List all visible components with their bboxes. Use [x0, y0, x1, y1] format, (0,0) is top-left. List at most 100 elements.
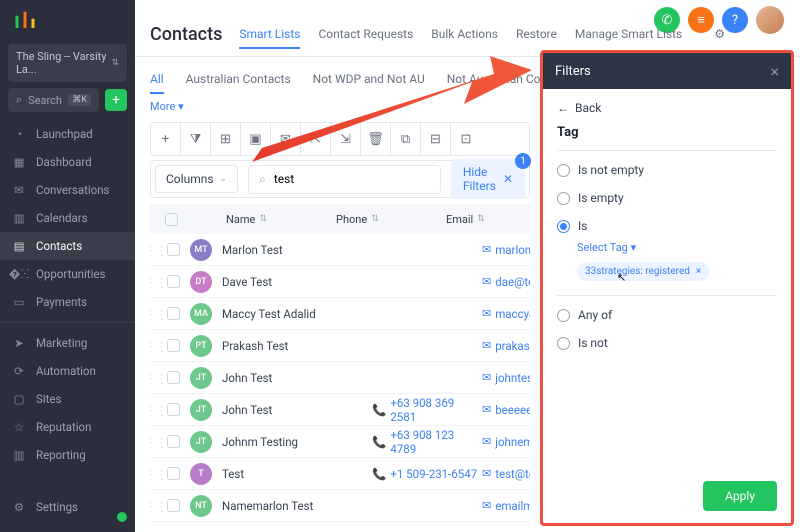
nav-reporting[interactable]: ▥Reporting	[0, 441, 135, 469]
sidebar-search[interactable]: ⌕ Search ⌘K	[8, 88, 99, 112]
row-checkbox[interactable]	[162, 339, 184, 352]
more-icon[interactable]: ⊡	[451, 123, 481, 155]
export-icon[interactable]: ⇱	[301, 123, 331, 155]
row-checkbox[interactable]	[162, 275, 184, 288]
drag-handle[interactable]: ⋮⋮	[150, 467, 162, 481]
nav-dashboard[interactable]: ▦Dashboard	[0, 148, 135, 176]
filter-icon[interactable]: ⧩	[181, 123, 211, 155]
contact-phone[interactable]: 📞+1 509-231-6547	[372, 467, 482, 481]
contact-email[interactable]: ✉beeeeejhonnntest	[482, 403, 530, 417]
drag-handle[interactable]: ⋮⋮	[150, 243, 162, 257]
contact-email[interactable]: ✉johntest101@gmai	[482, 371, 530, 385]
import-icon[interactable]: ⇲	[331, 123, 361, 155]
drag-handle[interactable]: ⋮⋮	[150, 435, 162, 449]
nav-conversations[interactable]: ✉Conversations	[0, 176, 135, 204]
option-is-not-empty[interactable]: Is not empty	[557, 163, 777, 177]
tab-manage-lists[interactable]: Manage Smart Lists	[575, 27, 682, 49]
drag-handle[interactable]: ⋮⋮	[150, 403, 162, 417]
tab-smart-lists[interactable]: Smart Lists	[239, 27, 300, 49]
apply-button[interactable]: Apply	[703, 481, 777, 511]
option-is-not[interactable]: Is not	[557, 336, 777, 350]
table-row[interactable]: ⋮⋮JTJohn Test✉johntest101@gmai	[150, 362, 530, 394]
contact-phone[interactable]: 📞+63 908 369 2581	[372, 396, 482, 424]
radio-icon	[557, 192, 570, 205]
list-all[interactable]: All	[150, 72, 164, 94]
option-is-empty[interactable]: Is empty	[557, 191, 777, 205]
mail-icon[interactable]: ✉	[271, 123, 301, 155]
select-all-checkbox[interactable]	[156, 213, 186, 226]
table-row[interactable]: ⋮⋮JTJohnm Testing📞+63 908 123 4789✉johne…	[150, 426, 530, 458]
list-australian[interactable]: Australian Contacts	[186, 72, 291, 94]
nav-payments[interactable]: ▭Payments	[0, 288, 135, 316]
drag-handle[interactable]: ⋮⋮	[150, 275, 162, 289]
bot-icon[interactable]: ⊞	[211, 123, 241, 155]
table-row[interactable]: ⋮⋮TTest📞+1 509-231-6547✉test@test.com	[150, 458, 530, 490]
workspace-selector[interactable]: The Sling -- Varsity La... ⇅	[8, 44, 127, 82]
contact-phone[interactable]: 📞+63 908 123 4789	[372, 428, 482, 456]
table-row[interactable]: ⋮⋮DTDave Test✉dae@test.com	[150, 266, 530, 298]
col-name[interactable]: Name⇅	[186, 213, 336, 226]
table-row[interactable]: ⋮⋮PTPrakash Test✉prakashghl996@g	[150, 330, 530, 362]
drag-handle[interactable]: ⋮⋮	[150, 339, 162, 353]
add-button[interactable]: +	[105, 89, 127, 111]
nav-opportunities[interactable]: �ⵘOpportunities	[0, 260, 135, 288]
drag-handle[interactable]: ⋮⋮	[150, 499, 162, 513]
sites-icon: ▢	[12, 392, 26, 406]
contact-email[interactable]: ✉marlon@test.com	[482, 243, 530, 257]
copy-icon[interactable]: ⧉	[391, 123, 421, 155]
table-row[interactable]: ⋮⋮JTJohn Test📞+63 908 369 2581✉beeeeejho…	[150, 394, 530, 426]
columns-dropdown[interactable]: Columns ⌄	[155, 165, 238, 193]
help-button[interactable]: ?	[722, 7, 748, 33]
nav-calendars[interactable]: ▥Calendars	[0, 204, 135, 232]
tab-contact-requests[interactable]: Contact Requests	[318, 27, 413, 49]
nav-settings[interactable]: ⚙Settings	[0, 492, 135, 522]
settings-icon[interactable]: ⚙	[714, 27, 725, 49]
tag-icon[interactable]: ▣	[241, 123, 271, 155]
row-checkbox[interactable]	[162, 307, 184, 320]
table-row[interactable]: ⋮⋮MAMaccy Test Adalid✉maccy@enzango.co	[150, 298, 530, 330]
more-lists[interactable]: More ▾	[150, 100, 184, 113]
list-not-wdp[interactable]: Not WDP and Not AU	[313, 72, 425, 94]
drag-handle[interactable]: ⋮⋮	[150, 371, 162, 385]
nav-reputation[interactable]: ☆Reputation	[0, 413, 135, 441]
remove-chip-button[interactable]: ×	[696, 266, 701, 277]
trash-icon[interactable]: 🗑	[361, 123, 391, 155]
nav-automation[interactable]: ⟳Automation	[0, 357, 135, 385]
row-checkbox[interactable]	[162, 435, 184, 448]
hide-filters-button[interactable]: Hide Filters ✕ 1	[451, 159, 525, 199]
search-input[interactable]	[274, 172, 430, 186]
close-panel-button[interactable]: ×	[770, 62, 779, 81]
nav-marketing[interactable]: ➤Marketing	[0, 329, 135, 357]
col-email[interactable]: Email⇅	[446, 213, 530, 226]
tab-restore[interactable]: Restore	[516, 27, 557, 49]
tab-bulk-actions[interactable]: Bulk Actions	[431, 27, 498, 49]
row-checkbox[interactable]	[162, 243, 184, 256]
merge-icon[interactable]: ⊟	[421, 123, 451, 155]
table-row[interactable]: ⋮⋮NTNamemarlon Test✉emailmarlonmares	[150, 490, 530, 522]
contact-email[interactable]: ✉johnembuentest01	[482, 435, 530, 449]
back-button[interactable]: ← Back	[557, 101, 777, 115]
hide-filters-label: Hide Filters	[463, 165, 497, 193]
row-checkbox[interactable]	[162, 371, 184, 384]
radio-icon	[557, 337, 570, 350]
contact-email[interactable]: ✉maccy@enzango.co	[482, 307, 530, 321]
row-checkbox[interactable]	[162, 467, 184, 480]
row-checkbox[interactable]	[162, 403, 184, 416]
nav-launchpad[interactable]: ◔Launchpad	[0, 120, 135, 148]
divider	[557, 150, 777, 151]
nav-contacts[interactable]: ▤Contacts	[0, 232, 135, 260]
contact-email[interactable]: ✉test@test.com	[482, 467, 530, 481]
nav-sites[interactable]: ▢Sites	[0, 385, 135, 413]
contact-email[interactable]: ✉prakashghl996@g	[482, 339, 530, 353]
row-checkbox[interactable]	[162, 499, 184, 512]
select-tag-dropdown[interactable]: Select Tag ▾	[577, 241, 777, 254]
drag-handle[interactable]: ⋮⋮	[150, 307, 162, 321]
contact-email[interactable]: ✉emailmarlonmares	[482, 499, 530, 513]
table-row[interactable]: ⋮⋮MTMarlon Test✉marlon@test.com	[150, 234, 530, 266]
avatar[interactable]	[756, 6, 784, 34]
option-any-of[interactable]: Any of	[557, 308, 777, 322]
add-contact-button[interactable]: +	[151, 123, 181, 155]
contact-email[interactable]: ✉dae@test.com	[482, 275, 530, 289]
col-phone[interactable]: Phone⇅	[336, 213, 446, 226]
option-is[interactable]: Is	[557, 219, 777, 233]
